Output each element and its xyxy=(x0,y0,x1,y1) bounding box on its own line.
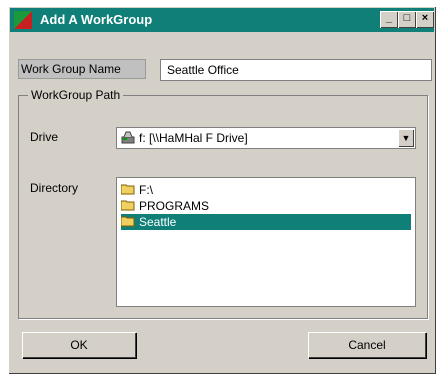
directory-name: Seattle xyxy=(139,215,177,229)
add-workgroup-dialog: Add A WorkGroup _ □ × Work Group Name Wo… xyxy=(8,6,436,374)
maximize-button[interactable]: □ xyxy=(398,11,416,28)
drive-value: f: [\\HaMHal F Drive] xyxy=(139,131,248,145)
title-bar[interactable]: Add A WorkGroup _ □ × xyxy=(10,8,434,32)
window-title: Add A WorkGroup xyxy=(40,12,153,27)
list-item[interactable]: PROGRAMS xyxy=(121,198,321,214)
directory-list[interactable]: F:\ PROGRAMS Seattle xyxy=(116,177,416,307)
close-icon: × xyxy=(421,12,429,24)
maximize-icon: □ xyxy=(403,12,411,24)
drive-select[interactable]: f: [\\HaMHal F Drive] ▼ xyxy=(116,127,416,149)
folder-open-icon xyxy=(121,184,135,195)
directory-label: Directory xyxy=(30,181,79,195)
workgroup-name-label: Work Group Name xyxy=(18,59,146,79)
drive-icon xyxy=(121,131,135,144)
minimize-button[interactable]: _ xyxy=(380,11,398,28)
directory-name: F:\ xyxy=(139,183,153,197)
ok-button[interactable]: OK xyxy=(22,332,136,358)
close-button[interactable]: × xyxy=(416,11,434,28)
dropdown-arrow-icon[interactable]: ▼ xyxy=(398,129,414,147)
folder-open-icon xyxy=(121,200,135,211)
app-icon xyxy=(14,11,32,29)
drive-label: Drive xyxy=(30,130,59,144)
minimize-icon: _ xyxy=(385,12,393,24)
cancel-button[interactable]: Cancel xyxy=(308,332,426,358)
workgroup-name-field[interactable] xyxy=(160,59,432,81)
directory-name: PROGRAMS xyxy=(139,199,210,213)
list-item[interactable]: F:\ xyxy=(121,182,321,198)
folder-open-icon xyxy=(121,216,135,227)
list-item-selected[interactable]: Seattle xyxy=(121,214,411,230)
workgroup-path-title: WorkGroup Path xyxy=(28,88,124,102)
